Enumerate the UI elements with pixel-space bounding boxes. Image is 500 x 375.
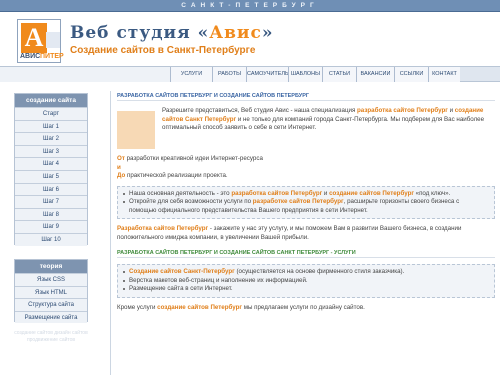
bottom-paragraph: Кроме услуги создание сайтов Петербург м… [117, 303, 365, 311]
nav-item-contact[interactable]: КОНТАКТ [428, 67, 460, 82]
top-strip: САНКТ-ПЕТЕРБУРГ [0, 0, 500, 12]
intro-image [117, 111, 155, 149]
nav-item-services[interactable]: УСЛУГИ [170, 67, 212, 82]
sidebar-item-step-2[interactable]: Шаг 2 [15, 132, 87, 145]
sidebar-item-css[interactable]: Язык CSS [15, 273, 87, 286]
development-paragraph: Разработка сайтов Петербург - закажите у… [117, 225, 462, 241]
sidebar-item-structure[interactable]: Структура сайта [15, 298, 87, 311]
section-heading-services: РАЗРАБОТКА САЙТОВ ПЕТЕРБУРГ И СОЗДАНИЕ С… [117, 248, 495, 258]
faded-seo-links[interactable]: создание сайтов дизайн сайтов продвижени… [14, 330, 88, 343]
sidebar-item-start[interactable]: Старт [15, 107, 87, 120]
main-nav: УСЛУГИ РАБОТЫ САМОУЧИТЕЛЬ ШАБЛОНЫ СТАТЬИ… [170, 67, 460, 82]
intro-block: Разрешите представиться, Веб студия Авис… [117, 107, 495, 149]
sidebar-item-step-10[interactable]: Шаг 10 [15, 232, 87, 246]
sidebar-item-hosting[interactable]: Размещение сайта [15, 310, 87, 324]
sidebar-item-step-8[interactable]: Шаг 8 [15, 207, 87, 221]
nav-bar-spacer [0, 67, 170, 82]
theory-menu-title: теория [15, 260, 87, 273]
steps-menu-title: создание сайта [15, 94, 87, 107]
theory-menu: теория Язык CSS Язык HTML Структура сайт… [14, 259, 88, 324]
city-label: САНКТ-ПЕТЕРБУРГ [181, 2, 319, 9]
services-box: Создание сайтов Санкт-Петербург (осущест… [117, 264, 495, 298]
sidebar-item-step-1[interactable]: Шаг 1 [15, 119, 87, 133]
activity-box: Наша основная деятельность - это разрабо… [117, 185, 495, 219]
logo-word-piter: ПИТЕР [40, 53, 64, 60]
nav-item-works[interactable]: РАБОТЫ [212, 67, 246, 82]
site-header: А АВИС ПИТЕР Веб студия «Авис» Создание … [0, 12, 500, 64]
list-item: Наша основная деятельность - это разрабо… [123, 190, 488, 199]
list-item: Верстка макетов веб-страниц и наполнение… [123, 277, 488, 286]
steps-menu: создание сайта Старт Шаг 1 Шаг 2 Шаг 3 Ш… [14, 93, 88, 246]
list-item: Создание сайтов Санкт-Петербург (осущест… [123, 268, 488, 277]
sidebar-item-step-7[interactable]: Шаг 7 [15, 195, 87, 208]
intro-paragraph: Разрешите представиться, Веб студия Авис… [162, 107, 485, 131]
sidebar-item-step-5[interactable]: Шаг 5 [15, 169, 87, 183]
main-content: РАЗРАБОТКА САЙТОВ ПЕТЕРБУРГ И СОЗДАНИЕ С… [110, 91, 495, 375]
left-sidebar: создание сайта Старт Шаг 1 Шаг 2 Шаг 3 Ш… [14, 93, 88, 343]
logo-letter: А [21, 23, 47, 53]
sidebar-item-html[interactable]: Язык HTML [15, 285, 87, 299]
link-development[interactable]: Разработка сайтов Петербург [117, 225, 208, 232]
nav-item-templates[interactable]: ШАБЛОНЫ [288, 67, 322, 82]
link-site-creation-bottom[interactable]: создание сайтов Петербург [157, 304, 242, 311]
section-heading-development: РАЗРАБОТКА САЙТОВ ПЕТЕРБУРГ И СОЗДАНИЕ С… [117, 91, 495, 101]
main-nav-bar: УСЛУГИ РАБОТЫ САМОУЧИТЕЛЬ ШАБЛОНЫ СТАТЬИ… [0, 66, 500, 82]
nav-item-articles[interactable]: СТАТЬИ [322, 67, 356, 82]
nav-item-links[interactable]: ССЫЛКИ [394, 67, 428, 82]
sidebar-item-step-4[interactable]: Шаг 4 [15, 157, 87, 170]
site-title-accent: Авис [209, 23, 262, 43]
sidebar-item-step-9[interactable]: Шаг 9 [15, 220, 87, 233]
list-item: Размещение сайта в сети Интернет. [123, 285, 488, 294]
site-title: Веб студия «Авис» [70, 23, 274, 43]
from-line: От разработки креативной идеи Интернет-р… [117, 155, 263, 162]
site-logo[interactable]: А АВИС ПИТЕР [17, 19, 64, 63]
link-web-development[interactable]: разработка сайтов Петербург [357, 107, 448, 114]
nav-item-tutorial[interactable]: САМОУЧИТЕЛЬ [246, 67, 289, 82]
sidebar-item-step-6[interactable]: Шаг 6 [15, 182, 87, 196]
nav-item-vacancies[interactable]: ВАКАНСИИ [356, 67, 394, 82]
logo-word-avis: АВИС [20, 53, 41, 60]
to-line: До практической реализации проекта. [117, 172, 228, 179]
logo-tile [46, 32, 60, 48]
site-subtitle: Создание сайтов в Санкт-Петербурге [70, 45, 256, 56]
sidebar-item-step-3[interactable]: Шаг 3 [15, 144, 87, 158]
and-line: и [117, 163, 121, 171]
list-item: Откройте для себя возможности услуги по … [123, 198, 488, 215]
